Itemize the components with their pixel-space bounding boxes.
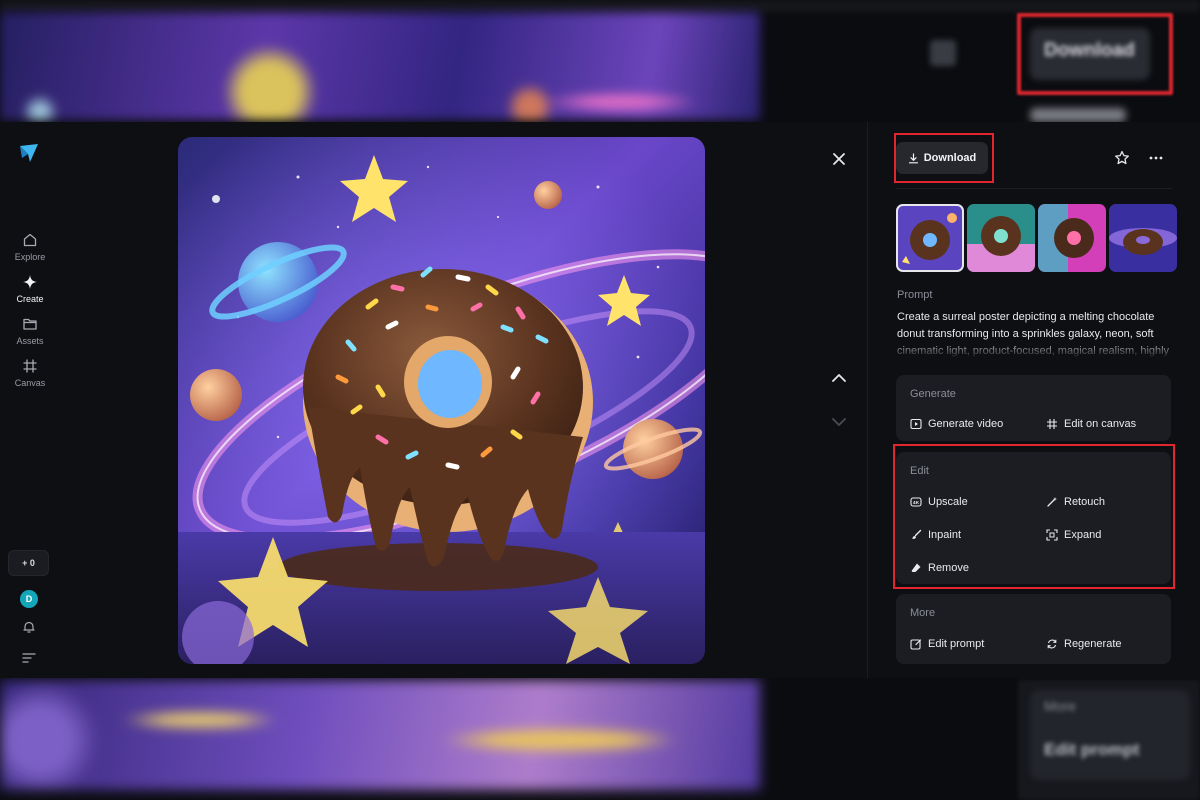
nav-item-assets[interactable]: Assets [0, 316, 60, 346]
prompt-text: Create a surreal poster depicting a melt… [897, 311, 1170, 357]
nav-item-label: Canvas [14, 378, 46, 388]
background-top-band [0, 0, 1200, 12]
background-thumbnail [1030, 108, 1126, 122]
expand-label: Expand [1064, 529, 1102, 541]
thumbnail-3-image [1038, 204, 1106, 272]
edit-section: Edit 4K Upscale Retouch Inpaint Expand R… [896, 452, 1171, 584]
expand-icon [1046, 529, 1058, 541]
nav-item-label: Explore [14, 252, 46, 262]
folder-icon [23, 318, 37, 330]
more-options-icon[interactable] [1148, 150, 1164, 166]
download-label: Download [923, 152, 977, 164]
background-close-icon [930, 40, 956, 66]
background-more-label: More [1044, 698, 1076, 714]
generate-section: Generate Generate video Edit on canvas [896, 375, 1171, 441]
generated-image[interactable] [178, 137, 705, 664]
background-download-highlight [1017, 13, 1173, 95]
inpaint-button[interactable]: Inpaint [910, 529, 961, 541]
details-panel: Download Prompt Create a surreal poster … [868, 122, 1200, 678]
magic-wand-icon [1047, 497, 1057, 507]
donut-galaxy-image [178, 137, 705, 664]
thumbnail-4[interactable] [1109, 204, 1177, 272]
generate-section-title: Generate [910, 388, 956, 400]
canvas-icon [23, 359, 37, 373]
edit-icon [910, 639, 922, 650]
generate-video-button[interactable]: Generate video [910, 418, 1003, 430]
logo-icon[interactable] [18, 142, 40, 164]
chevron-up-icon[interactable] [829, 370, 849, 386]
chevron-down-icon[interactable] [829, 414, 849, 430]
bell-icon[interactable] [22, 620, 36, 634]
more-section-title: More [910, 607, 936, 619]
nav-item-canvas[interactable]: Canvas [0, 358, 60, 388]
credits-button[interactable]: + 0 [8, 550, 49, 576]
thumbnail-3[interactable] [1038, 204, 1106, 272]
background-edit-prompt-label: Edit prompt [1044, 740, 1140, 759]
avatar[interactable]: D [20, 590, 38, 608]
star-icon[interactable] [1114, 150, 1130, 166]
edit-section-title: Edit [910, 465, 929, 477]
hd-icon: 4K [910, 497, 922, 507]
nav-item-create[interactable]: Create [0, 274, 60, 304]
background-image-top [0, 12, 760, 120]
remove-label: Remove [928, 562, 969, 574]
remove-button[interactable]: Remove [910, 562, 969, 574]
upscale-button[interactable]: 4K Upscale [910, 496, 968, 508]
retouch-button[interactable]: Retouch [1046, 496, 1105, 508]
inpaint-label: Inpaint [928, 529, 962, 541]
regenerate-label: Regenerate [1064, 638, 1122, 650]
edit-prompt-label: Edit prompt [928, 638, 985, 650]
thumbnail-1[interactable] [896, 204, 964, 272]
edit-prompt-button[interactable]: Edit prompt [910, 638, 984, 650]
canvas-icon [1047, 419, 1057, 429]
sparkle-icon [23, 275, 37, 289]
brush-icon [912, 529, 922, 539]
home-icon [23, 233, 37, 247]
download-icon [908, 152, 918, 163]
thumbnail-2-image [967, 204, 1035, 272]
nav-item-label: Assets [16, 336, 44, 346]
edit-on-canvas-label: Edit on canvas [1064, 418, 1137, 430]
nav-item-label: Create [16, 294, 44, 304]
variation-thumbnails [896, 204, 1177, 272]
thumbnail-4-image [1109, 204, 1177, 272]
menu-icon[interactable] [22, 652, 36, 664]
svg-text:4K: 4K [913, 500, 920, 506]
download-button[interactable]: Download [896, 142, 988, 174]
regenerate-button[interactable]: Regenerate [1046, 638, 1122, 650]
nav-item-explore[interactable]: Explore [0, 232, 60, 262]
edit-on-canvas-button[interactable]: Edit on canvas [1046, 418, 1136, 430]
panel-header-divider [896, 188, 1172, 189]
thumbnail-1-image [896, 204, 964, 272]
generate-video-label: Generate video [928, 418, 1004, 430]
image-detail-modal: Explore Create Assets Canvas + 0 D Downl… [0, 122, 1200, 678]
prompt-label: Prompt [897, 289, 933, 301]
eraser-icon [911, 563, 921, 572]
upscale-label: Upscale [928, 496, 968, 508]
thumbnail-2[interactable] [967, 204, 1035, 272]
background-image-bottom [0, 680, 760, 790]
nav-rail: Explore Create Assets Canvas + 0 D [0, 122, 60, 678]
refresh-icon [1047, 639, 1057, 649]
play-icon [910, 418, 922, 430]
retouch-label: Retouch [1064, 496, 1105, 508]
expand-button[interactable]: Expand [1046, 529, 1101, 541]
close-icon[interactable] [828, 148, 850, 170]
more-section: More Edit prompt Regenerate [896, 594, 1171, 664]
